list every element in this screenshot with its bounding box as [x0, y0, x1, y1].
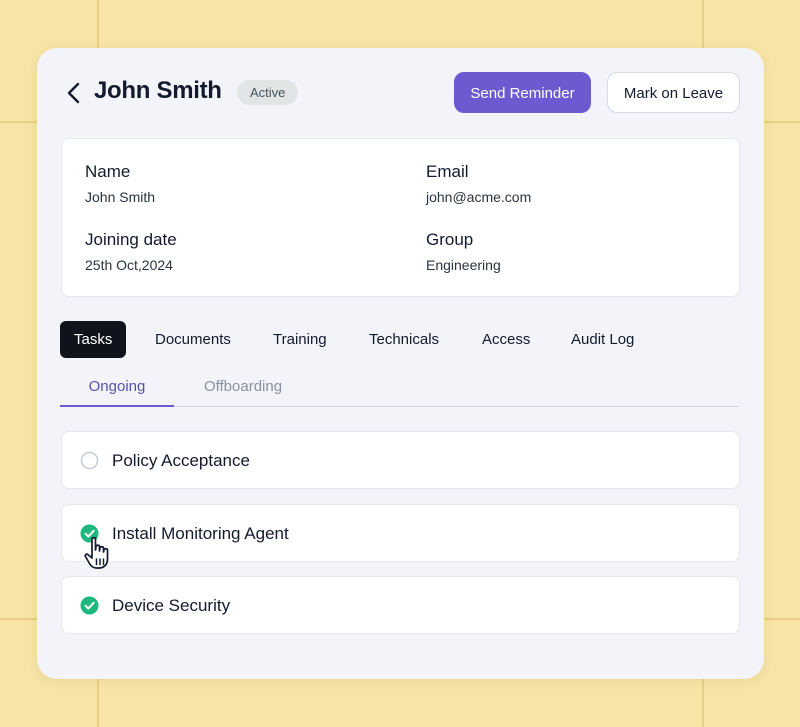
tab-tasks[interactable]: Tasks: [60, 321, 127, 358]
task-item[interactable]: Install Monitoring Agent: [61, 504, 740, 562]
sub-tabs: Ongoing Offboarding: [60, 370, 739, 407]
subtab-ongoing[interactable]: Ongoing: [60, 370, 174, 407]
group-field: Group Engineering: [426, 230, 501, 273]
page-title: John Smith: [94, 77, 222, 104]
send-reminder-button[interactable]: Send Reminder: [454, 72, 591, 113]
group-value: Engineering: [426, 257, 501, 273]
name-label: Name: [85, 162, 131, 181]
email-value: john@acme.com: [426, 189, 532, 205]
email-field: Email john@acme.com: [426, 162, 531, 205]
profile-info-panel: Name John Smith Email john@acme.com Join…: [61, 138, 740, 297]
task-item[interactable]: Device Security: [61, 576, 740, 634]
name-value: John Smith: [85, 189, 156, 205]
email-label: Email: [426, 162, 469, 181]
tab-documents[interactable]: Documents: [155, 321, 231, 358]
task-label: Device Security: [112, 596, 231, 615]
task-label: Policy Acceptance: [112, 451, 250, 470]
mark-on-leave-button[interactable]: Mark on Leave: [607, 72, 740, 113]
hand-pointer-cursor-icon: [84, 536, 109, 569]
tab-training[interactable]: Training: [273, 321, 327, 358]
status-badge: Active: [237, 80, 299, 105]
joining-date-field: Joining date 25th Oct,2024: [85, 230, 177, 273]
task-item[interactable]: Policy Acceptance: [61, 431, 740, 489]
empty-circle-icon[interactable]: [80, 451, 99, 470]
subtab-offboarding[interactable]: Offboarding: [188, 370, 298, 407]
tab-audit-log[interactable]: Audit Log: [571, 321, 634, 358]
group-label: Group: [426, 230, 474, 249]
employee-detail-card: John Smith Active Send Reminder Mark on …: [37, 48, 764, 679]
joining-date-label: Joining date: [85, 230, 177, 249]
joining-date-value: 25th Oct,2024: [85, 257, 173, 273]
name-field: Name John Smith: [85, 162, 155, 205]
check-circle-icon[interactable]: [80, 596, 99, 615]
task-label: Install Monitoring Agent: [112, 524, 289, 543]
page-header: John Smith Active Send Reminder Mark on …: [37, 48, 764, 138]
tab-access[interactable]: Access: [482, 321, 530, 358]
tab-technicals[interactable]: Technicals: [369, 321, 439, 358]
chevron-left-icon[interactable]: [63, 79, 85, 107]
